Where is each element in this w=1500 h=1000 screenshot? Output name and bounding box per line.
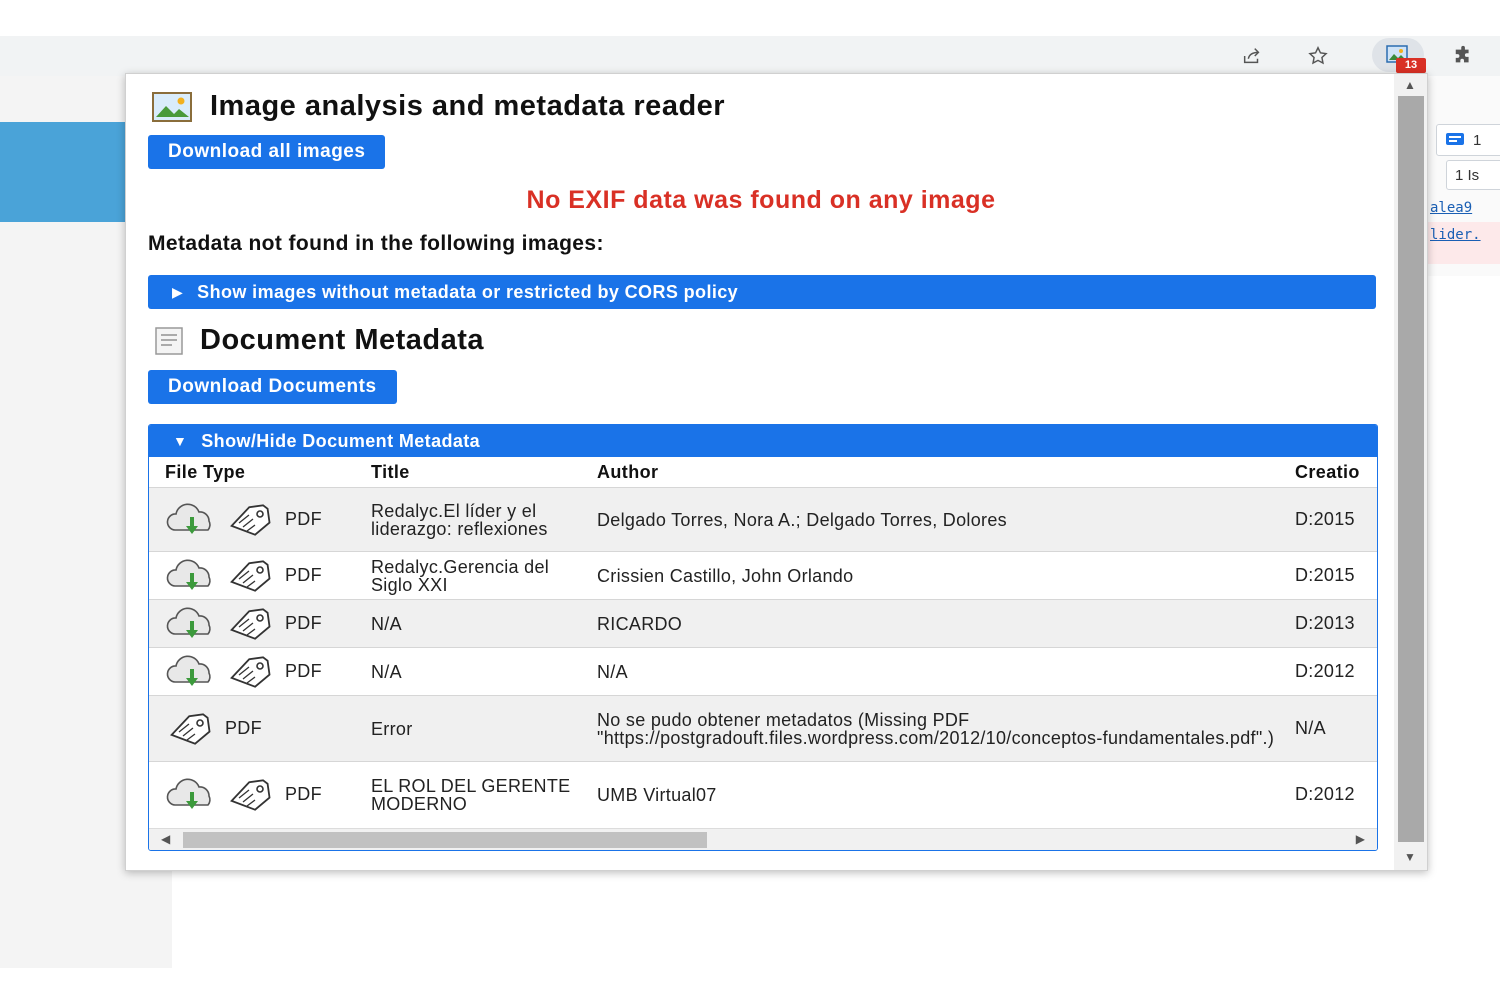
file-type: PDF [285,661,322,681]
doc-creation-date: D:2015 [1295,565,1355,585]
doc-creation-date: N/A [1295,718,1326,738]
table-row: PDF N/A N/A D:2012 [149,647,1377,695]
download-all-images-button[interactable]: Download all images [148,135,386,169]
popup-title: Image analysis and metadata reader [152,90,725,123]
scroll-left-icon[interactable]: ◀ [161,832,170,846]
puzzle-icon[interactable] [1448,40,1480,72]
file-type: PDF [225,718,262,738]
file-type: PDF [285,613,322,633]
document-metadata-table: File Type Title Author Creatio PDF Redal… [149,457,1377,827]
horizontal-scroll-thumb[interactable] [183,832,707,848]
document-metadata-heading: Document Metadata [152,324,484,357]
comment-count-chip[interactable]: 1 [1436,124,1500,156]
doc-creation-date: D:2012 [1295,784,1355,804]
doc-creation-date: D:2013 [1295,613,1355,633]
table-row: PDF EL ROL DEL GERENTE MODERNO UMB Virtu… [149,761,1377,827]
share-icon[interactable] [1236,40,1268,72]
document-metadata-panel: ▼ Show/Hide Document Metadata File Type … [148,424,1378,851]
document-toggle-label: Show/Hide Document Metadata [201,430,481,451]
vertical-scrollbar[interactable]: ▲ ▼ [1394,74,1427,870]
doc-title: Redalyc.El líder y el liderazgo: reflexi… [371,500,548,539]
doc-title: Redalyc.Gerencia del Siglo XXI [371,556,550,595]
vertical-scroll-thumb[interactable] [1398,96,1424,842]
doc-creation-date: D:2015 [1295,509,1355,529]
doc-title: Error [371,718,413,739]
extension-badge: 13 [1396,58,1426,73]
doc-title: EL ROL DEL GERENTE MODERNO [371,775,571,814]
tag-icon[interactable] [227,778,277,812]
popup-title-text: Image analysis and metadata reader [210,90,726,122]
browser-toolbar [0,36,1500,76]
images-without-metadata-toggle[interactable]: ▶ Show images without metadata or restri… [148,275,1376,309]
tag-icon[interactable] [227,503,277,537]
doc-author: N/A [597,661,628,682]
file-type: PDF [285,509,322,529]
doc-author: Delgado Torres, Nora A.; Delgado Torres,… [597,509,1007,530]
doc-title: N/A [371,613,402,634]
file-type: PDF [285,565,322,585]
tag-icon[interactable] [227,655,277,689]
horizontal-scrollbar[interactable]: ◀ ▶ [149,828,1377,850]
doc-author: No se pudo obtener metadatos (Missing PD… [597,709,1275,748]
document-metadata-toggle[interactable]: ▼ Show/Hide Document Metadata [149,425,1377,457]
cloud-download-icon[interactable] [165,606,219,641]
doc-author: RICARDO [597,613,683,634]
doc-author: Crissien Castillo, John Orlando [597,565,854,586]
column-author: Author [597,462,659,482]
scroll-right-icon[interactable]: ▶ [1356,832,1365,846]
file-type: PDF [285,784,322,804]
table-row: PDF Redalyc.El líder y el liderazgo: ref… [149,487,1377,551]
cloud-download-icon[interactable] [165,654,219,689]
cloud-download-icon[interactable] [165,502,219,537]
triangle-right-icon: ▶ [172,283,184,300]
download-documents-button[interactable]: Download Documents [148,370,397,404]
doc-creation-date: D:2012 [1295,661,1355,681]
background-link-1[interactable]: alea9 [1430,200,1500,216]
tag-icon[interactable] [227,559,277,593]
scroll-down-icon[interactable]: ▼ [1404,850,1416,864]
table-row: PDF Redalyc.Gerencia del Siglo XXI Criss… [149,551,1377,599]
doc-author: UMB Virtual07 [597,784,717,805]
cloud-download-icon[interactable] [165,558,219,593]
picture-icon [152,91,192,122]
tag-icon[interactable] [167,712,217,746]
images-toggle-label: Show images without metadata or restrict… [197,281,739,302]
tag-icon[interactable] [227,607,277,641]
exif-warning: No EXIF data was found on any image [526,186,996,214]
issue-chip[interactable]: 1 Is [1446,160,1500,190]
extension-popup: Image analysis and metadata reader Downl… [125,73,1428,871]
column-creation: Creatio [1295,461,1360,482]
comment-count: 1 [1473,131,1482,149]
comment-icon [1446,133,1464,145]
document-icon [155,326,183,355]
column-file-type: File Type [165,461,246,482]
cloud-download-icon[interactable] [165,777,219,812]
scroll-up-icon[interactable]: ▲ [1404,78,1416,92]
background-link-2[interactable]: lider. [1430,227,1500,243]
triangle-down-icon: ▼ [173,433,188,449]
table-header: File Type Title Author Creatio [149,457,1377,487]
table-row: PDF N/A RICARDO D:2013 [149,599,1377,647]
document-metadata-title: Document Metadata [200,324,485,356]
metadata-not-found-label: Metadata not found in the following imag… [148,232,604,255]
table-row: PDF Error No se pudo obtener metadatos (… [149,695,1377,761]
column-title: Title [371,462,410,482]
image-analysis-extension-button[interactable]: 13 [1372,38,1426,73]
doc-title: N/A [371,661,402,682]
star-icon[interactable] [1302,40,1334,72]
background-banner [0,122,130,222]
issue-count: 1 Is [1455,166,1480,184]
